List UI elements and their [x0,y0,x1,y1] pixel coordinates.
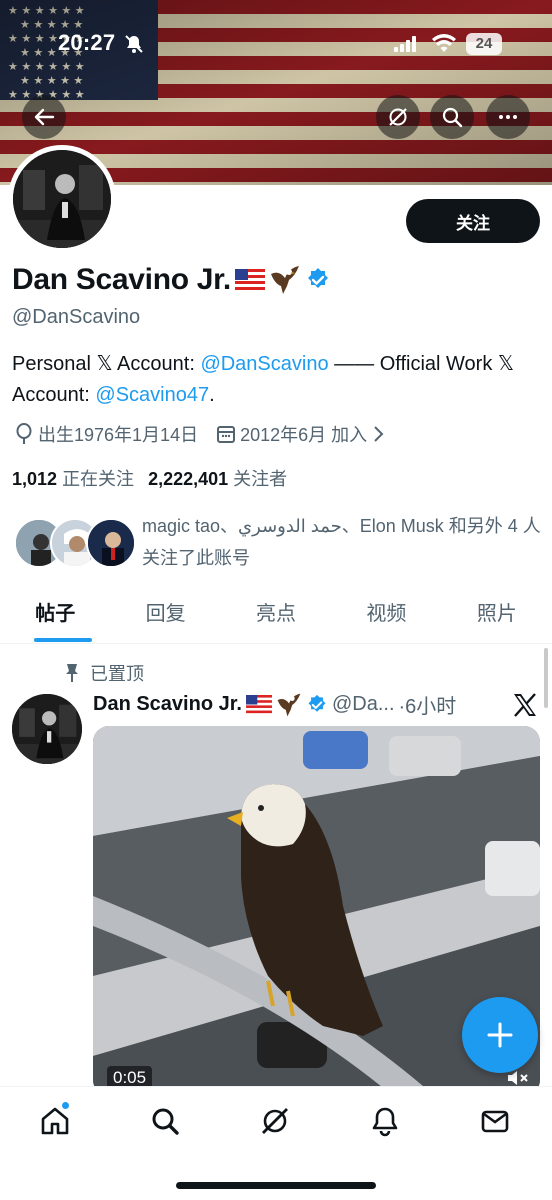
post-header: Dan Scavino Jr. @Da... ·6小时 [93,690,456,719]
eagle-emoji [277,693,301,716]
verified-badge-icon [308,694,326,712]
battery-indicator: 24 [466,33,502,55]
calendar-icon [217,426,236,443]
bio-link-personal[interactable]: @DanScavino [200,353,328,375]
notification-dot [61,1101,70,1110]
birth-date: 出生1976年1月14日 [14,421,198,447]
search-button[interactable] [430,95,474,139]
signal-icon [394,36,416,52]
notifications-icon [372,1107,398,1137]
active-tab-indicator [34,638,92,642]
scrollbar[interactable] [544,648,548,708]
profile-meta: 出生1976年1月14日 2012年6月 加入 [14,421,403,447]
pinned-label: 已置顶 [90,664,144,684]
bell-muted-icon [125,35,143,53]
more-dots-icon [499,115,517,119]
nav-messages[interactable] [475,1101,515,1141]
followers-count: 2,222,401 [148,469,229,489]
plus-icon [487,1022,513,1048]
messages-icon [481,1110,509,1133]
status-bar: 20:27 24 [0,0,552,90]
tab-photos[interactable]: 照片 [442,590,552,643]
search-icon [442,107,463,128]
tab-videos[interactable]: 视频 [331,590,441,643]
profile-handle: @DanScavino [12,306,141,328]
join-date[interactable]: 2012年6月 加入 [216,421,385,447]
avatar-photo [12,694,82,764]
wifi-icon [432,34,456,52]
following-link[interactable]: 1,012 正在关注 [12,465,134,491]
following-label: 正在关注 [62,469,135,489]
us-flag-emoji [234,269,265,291]
grok-button[interactable] [376,95,420,139]
x-logo-icon[interactable] [512,692,538,718]
more-button[interactable] [486,95,530,139]
pinned-indicator: 已置顶 [64,660,144,686]
status-time: 20:27 [58,30,116,55]
known-followers-text: magic tao、حمد الدوسري、Elon Musk 和另外 4 人关… [142,516,541,568]
display-name-text: Dan Scavino Jr. [12,263,231,296]
grok-icon [389,108,407,126]
known-followers[interactable]: magic tao、حمد الدوسري、Elon Musk 和另外 4 人关… [14,508,544,580]
avatar-photo [13,150,111,248]
bottom-navigation [0,1086,552,1200]
tab-highlights[interactable]: 亮点 [221,590,331,643]
balloon-icon [16,423,32,444]
eagle-emoji [270,266,299,294]
bio-text: Personal 𝕏 Account: [12,353,201,375]
back-arrow-icon [34,108,55,126]
post-author-name[interactable]: Dan Scavino Jr. [93,693,242,716]
grok-icon [262,1108,288,1134]
avatar [86,518,136,568]
pin-icon [66,664,78,682]
post-author-handle: @Da... [331,693,395,715]
chevron-right-icon [374,426,384,442]
profile-display-name: Dan Scavino Jr. [12,263,331,297]
followers-label: 关注者 [233,469,288,489]
post-time: ·6小时 [398,696,457,718]
birth-date-text: 出生1976年1月14日 [38,425,199,445]
bio-link-work[interactable]: @Scavino47 [95,384,209,406]
compose-button[interactable] [462,997,538,1073]
tab-posts[interactable]: 帖子 [0,590,110,643]
back-button[interactable] [22,95,66,139]
verified-badge-icon[interactable] [305,267,331,293]
follow-counts: 1,012 正在关注 2,222,401 关注者 [12,465,287,491]
nav-home[interactable] [35,1101,75,1141]
following-count: 1,012 [12,469,58,489]
tab-replies[interactable]: 回复 [110,590,220,643]
nav-notifications[interactable] [365,1101,405,1141]
followers-link[interactable]: 2,222,401 关注者 [148,465,287,491]
profile-tabs: 帖子 回复 亮点 视频 照片 [0,590,552,644]
profile-avatar[interactable] [8,145,116,253]
search-icon [152,1108,179,1135]
home-indicator[interactable] [176,1182,376,1189]
nav-search[interactable] [145,1101,185,1141]
post-author-avatar[interactable] [12,694,82,764]
profile-bio: Personal 𝕏 Account: @DanScavino —— Offic… [12,349,542,411]
nav-grok[interactable] [255,1101,295,1141]
bio-text: . [209,384,215,406]
known-followers-avatars [14,518,136,568]
us-flag-emoji [246,695,272,714]
follow-button[interactable]: 关注 [406,199,540,243]
join-date-text: 2012年6月 加入 [240,425,368,445]
